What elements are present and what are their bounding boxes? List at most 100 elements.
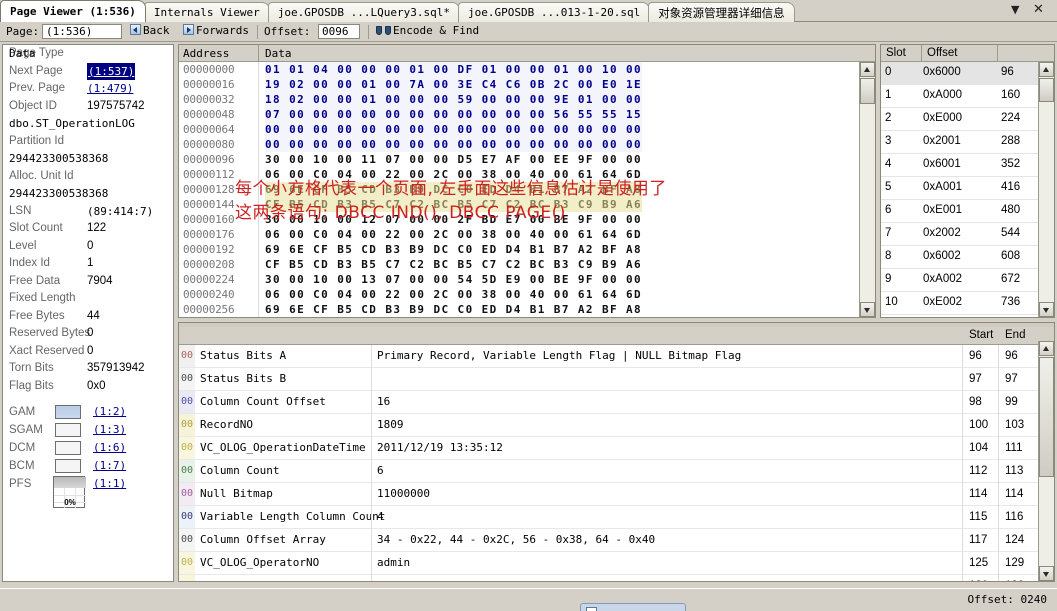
field-start: 96 [969, 345, 982, 367]
detail-scroll-thumb[interactable] [1039, 357, 1054, 477]
property-row: Page TypeData [3, 45, 173, 63]
slot-offset-decimal: 288 [1001, 135, 1020, 147]
slot-row[interactable]: 100xE002736 [881, 292, 1054, 315]
hex-row[interactable]: 00000272CF B5 CD B3 B5 C7 C2 BC B5 C7 C2… [179, 317, 875, 318]
pfs-page-link[interactable]: (1:1) [93, 475, 126, 493]
slot-number: 6 [885, 204, 891, 216]
tab-3[interactable]: joe.GPOSDB ...013-1-20.sql [458, 2, 650, 22]
slot-row[interactable]: 40x6001352 [881, 154, 1054, 177]
field-start: 114 [969, 483, 987, 505]
tab-4[interactable]: 对象资源管理器详细信息 [648, 2, 795, 22]
detail-row[interactable]: 00Status Bits APrimary Record, Variable … [179, 345, 1054, 368]
property-key: Alloc. Unit Id [9, 168, 74, 185]
hex-dump-panel[interactable]: Address Data 0000000001 01 04 00 00 00 0… [178, 44, 876, 318]
hex-vertical-scrollbar[interactable] [859, 62, 875, 317]
page-properties-panel[interactable]: Page TypeDataNext Page(1:537)Prev. Page(… [2, 44, 174, 582]
field-value: 2011/12/19 13:35:12 [377, 437, 503, 459]
hex-row[interactable]: 0000017606 00 C0 04 00 22 00 2C 00 38 00… [179, 227, 875, 242]
slot-row[interactable]: 50xA001416 [881, 177, 1054, 200]
hex-row[interactable]: 0000024006 00 C0 04 00 22 00 2C 00 38 00… [179, 287, 875, 302]
detail-row[interactable]: 00VC_OLOG_OperatorNOadmin125129 [179, 552, 1054, 575]
hex-row[interactable]: 00000208CF B5 CD B3 B5 C7 C2 BC B5 C7 C2… [179, 257, 875, 272]
slot-number: 4 [885, 158, 891, 170]
slot-row[interactable]: 20xE000224 [881, 108, 1054, 131]
taskbar-window-peek[interactable] [580, 603, 686, 611]
slot-row[interactable]: 80x6002608 [881, 246, 1054, 269]
hex-row[interactable]: 0000022430 00 10 00 13 07 00 00 54 5D E9… [179, 272, 875, 287]
hex-scroll-up-button[interactable] [860, 62, 875, 77]
detail-row[interactable]: 00VC_OLOG_OperatorName130130 [179, 575, 1054, 582]
hex-row[interactable]: 0000011206 00 C0 04 00 22 00 2C 00 38 00… [179, 167, 875, 182]
slot-scroll-thumb[interactable] [1039, 78, 1054, 102]
hex-scroll-down-button[interactable] [860, 302, 875, 317]
hex-row[interactable]: 0000000001 01 04 00 00 00 01 00 DF 01 00… [179, 62, 875, 77]
detail-vertical-scrollbar[interactable] [1038, 341, 1054, 581]
hex-row[interactable]: 0000019269 6E CF B5 CD B3 B9 DC C0 ED D4… [179, 242, 875, 257]
field-end: 116 [1005, 506, 1023, 528]
hex-row[interactable]: 0000009630 00 10 00 11 07 00 00 D5 E7 AF… [179, 152, 875, 167]
slot-offset-panel[interactable]: Slot Offset 00x60009610xA00016020xE00022… [880, 44, 1055, 318]
detail-row[interactable]: 00RecordNO1809100103 [179, 414, 1054, 437]
slot-number: 9 [885, 273, 891, 285]
tab-2[interactable]: joe.GPOSDB ...LQuery3.sql* [268, 2, 460, 22]
bitmap-page-link[interactable]: (1:2) [93, 403, 126, 421]
slot-offset-decimal: 672 [1001, 273, 1020, 285]
chevron-down-icon[interactable]: ▼ [1011, 3, 1019, 16]
property-value[interactable]: (1:537) [87, 63, 135, 80]
hex-address: 00000080 [183, 137, 255, 152]
field-start: 115 [969, 506, 987, 528]
hex-row[interactable]: 0000004807 00 00 00 00 00 00 00 00 00 00… [179, 107, 875, 122]
property-row: Object ID197575742 [3, 98, 173, 116]
detail-row[interactable]: 00VC_OLOG_OperationDateTime2011/12/19 13… [179, 437, 1054, 460]
slot-scroll-down-button[interactable] [1039, 302, 1054, 317]
detail-row[interactable]: 00Column Count6112113 [179, 460, 1054, 483]
slot-row[interactable]: 30x2001288 [881, 131, 1054, 154]
nav-forward-icon [183, 24, 194, 35]
hex-row[interactable]: 0000008000 00 00 00 00 00 00 00 00 00 00… [179, 137, 875, 152]
back-button[interactable]: Back [130, 24, 170, 40]
bitmap-page-link[interactable]: (1:7) [93, 457, 126, 475]
slot-row[interactable]: 10xA000160 [881, 85, 1054, 108]
hex-row[interactable]: 0000006400 00 00 00 00 00 00 00 00 00 00… [179, 122, 875, 137]
hex-row[interactable]: 0000025669 6E CF B5 CD B3 B9 DC C0 ED D4… [179, 302, 875, 317]
detail-row[interactable]: 00Status Bits B9797 [179, 368, 1054, 391]
property-value: 1 [87, 255, 93, 272]
field-end: 99 [1005, 391, 1018, 413]
bitmap-page-link[interactable]: (1:6) [93, 439, 126, 457]
slot-vertical-scrollbar[interactable] [1038, 62, 1054, 317]
record-detail-grid[interactable]: Start End 00Status Bits APrimary Record,… [178, 322, 1055, 582]
hex-row[interactable]: 00000144CF B5 CD B3 B5 C7 C2 BC B5 C7 C2… [179, 197, 875, 212]
pfs-row: PFS0%(1:1) [3, 475, 173, 511]
property-key: Prev. Page [9, 80, 65, 97]
detail-scroll-down-button[interactable] [1039, 566, 1054, 581]
bitmap-row: BCM(1:7) [3, 457, 173, 475]
slot-row[interactable]: 00x600096 [881, 62, 1054, 85]
bitmap-page-link[interactable]: (1:3) [93, 421, 126, 439]
forwards-button[interactable]: Forwards [183, 24, 249, 40]
property-value[interactable]: (1:479) [87, 80, 133, 97]
tab-0[interactable]: Page Viewer (1:536) [0, 0, 146, 22]
detail-scroll-up-button[interactable] [1039, 341, 1054, 356]
slot-row[interactable]: 60xE001480 [881, 200, 1054, 223]
page-input[interactable]: (1:536) [42, 24, 122, 39]
slot-row[interactable]: 90xA002672 [881, 269, 1054, 292]
slot-row[interactable]: 70x2002544 [881, 223, 1054, 246]
hex-row[interactable]: 0000016030 00 10 00 12 07 00 00 2F BD E7… [179, 212, 875, 227]
offset-input[interactable]: 0096 [318, 24, 360, 39]
encode-and-find-button[interactable]: Encode & Find [376, 24, 479, 40]
detail-row[interactable]: 00Column Offset Array34 - 0x22, 44 - 0x2… [179, 529, 1054, 552]
detail-row[interactable]: 00Column Count Offset169899 [179, 391, 1054, 414]
close-icon[interactable]: ✕ [1033, 2, 1044, 17]
hex-row[interactable]: 0000012869 6E CF B5 CD B3 B9 DC C0 ED D4… [179, 182, 875, 197]
page-viewer-window: Page Viewer (1:536)Internals Viewerjoe.G… [0, 0, 1057, 611]
tab-1[interactable]: Internals Viewer [144, 2, 270, 22]
detail-row[interactable]: 00Variable Length Column Count4115116 [179, 506, 1054, 529]
detail-row[interactable]: 00Null Bitmap11000000114114 [179, 483, 1054, 506]
hex-address: 00000160 [183, 212, 255, 227]
slot-scroll-up-button[interactable] [1039, 62, 1054, 77]
hex-row[interactable]: 0000003218 02 00 00 01 00 00 00 59 00 00… [179, 92, 875, 107]
property-row: Flag Bits0x0 [3, 378, 173, 396]
hex-bytes: 06 00 C0 04 00 22 00 2C 00 38 00 40 00 6… [265, 167, 642, 182]
hex-scroll-thumb[interactable] [860, 78, 875, 104]
hex-row[interactable]: 0000001619 02 00 00 01 00 7A 00 3E C4 C6… [179, 77, 875, 92]
